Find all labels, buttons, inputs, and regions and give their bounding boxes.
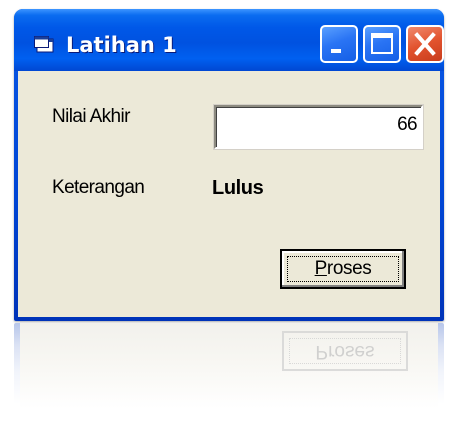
keterangan-value: Lulus (212, 177, 264, 199)
window-reflection: Proses (14, 323, 444, 424)
minimize-button[interactable] (320, 25, 358, 63)
maximize-icon (371, 33, 393, 54)
reflected-proses-button: Proses (282, 331, 408, 371)
title-bar[interactable]: Latihan 1 (14, 9, 444, 71)
window-title: Latihan 1 (66, 33, 177, 57)
mnemonic-letter: P (314, 258, 328, 279)
close-icon (414, 32, 436, 56)
app-window: Latihan 1 Nilai Akhir 66 Keterangan Lulu… (14, 9, 444, 321)
maximize-button[interactable] (363, 25, 401, 63)
nilai-akhir-input[interactable]: 66 (214, 105, 423, 149)
keterangan-label: Keterangan (52, 177, 145, 198)
minimize-icon (331, 49, 341, 53)
form-client-area: Nilai Akhir 66 Keterangan Lulus Proses (18, 71, 440, 317)
nilai-akhir-label: Nilai Akhir (52, 106, 130, 127)
form-window-icon (34, 36, 54, 53)
proses-button-label: Proses (282, 258, 404, 280)
reflection-client: Proses (20, 323, 438, 424)
proses-label-rest: roses (326, 258, 372, 279)
close-button[interactable] (406, 25, 444, 63)
proses-button[interactable]: Proses (280, 249, 406, 289)
reflected-proses-label: Proses (315, 341, 375, 362)
